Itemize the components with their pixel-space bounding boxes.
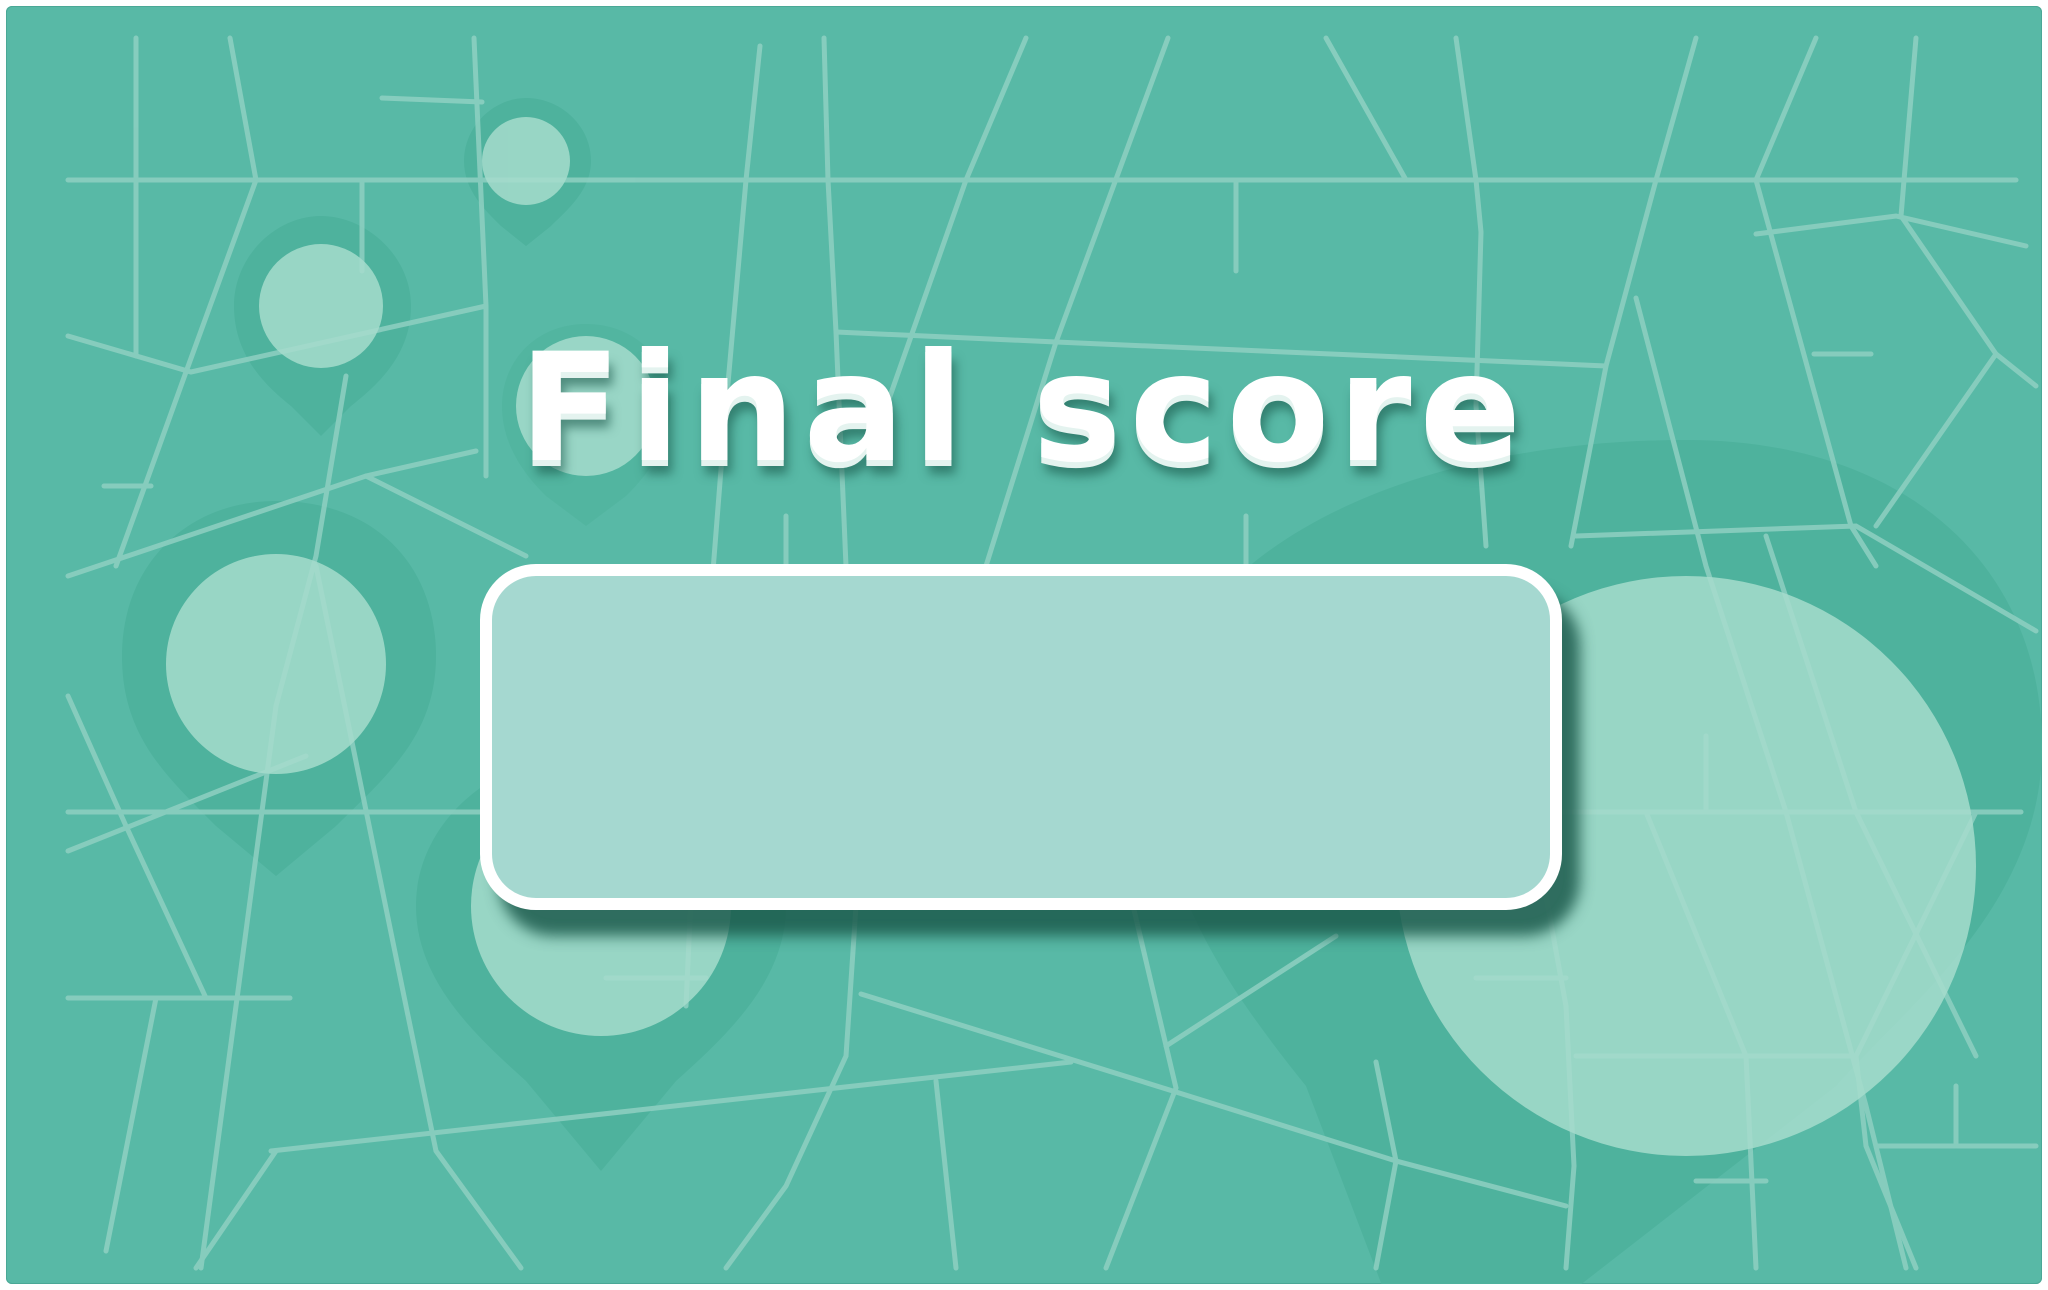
score-panel (480, 564, 1562, 910)
location-pin-icon (166, 554, 386, 774)
game-screen: Final score (6, 6, 2042, 1284)
location-pin-icon (482, 117, 570, 205)
final-score-title: Final score (518, 322, 1530, 496)
